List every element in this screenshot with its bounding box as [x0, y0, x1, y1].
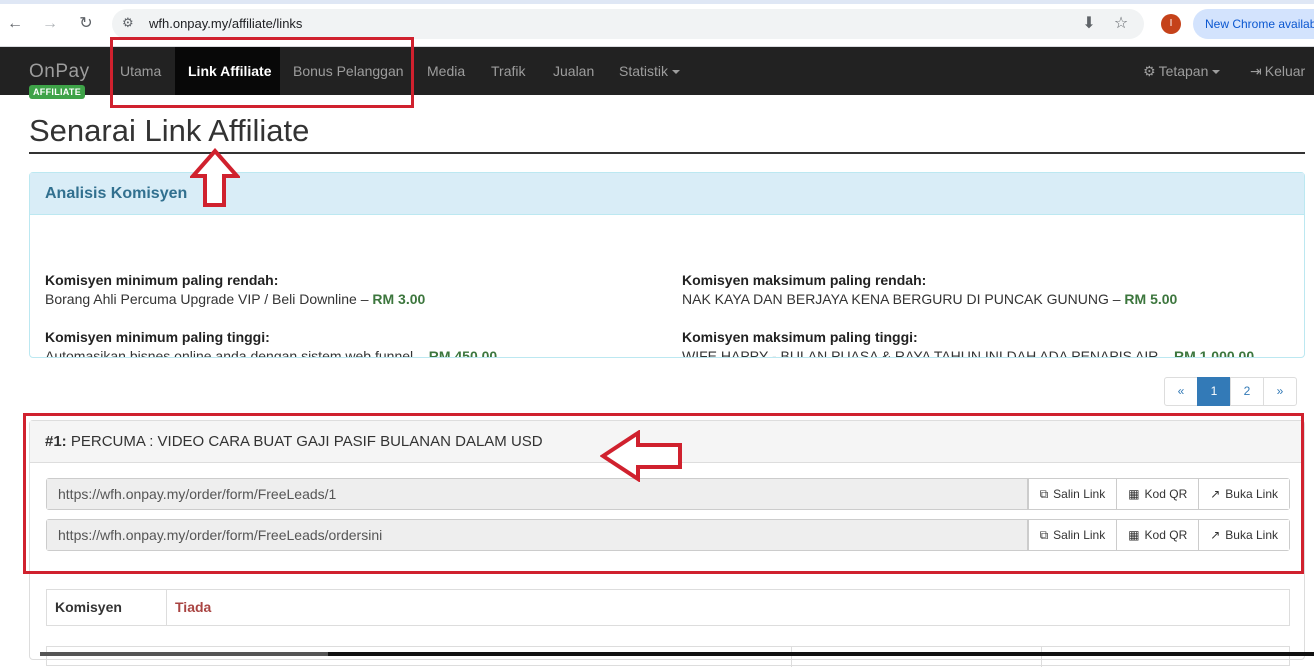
- brand-logo[interactable]: OnPay: [29, 61, 90, 83]
- stat-amount: RM 450.00: [428, 348, 498, 357]
- nav-item-statistik[interactable]: Statistik: [606, 47, 693, 95]
- install-icon[interactable]: ⬇: [1079, 14, 1099, 34]
- scrollbar-thumb[interactable]: [40, 652, 328, 656]
- stat-max-low: Komisyen maksimum paling rendah: NAK KAY…: [682, 271, 1177, 309]
- pagination-next[interactable]: »: [1263, 377, 1297, 406]
- reload-icon[interactable]: ↻: [76, 14, 96, 34]
- pagination: « 1 2 »: [1164, 377, 1297, 406]
- stat-amount: RM 5.00: [1124, 291, 1178, 307]
- forward-icon[interactable]: →: [40, 14, 60, 34]
- annotation-box-nav: [110, 37, 414, 108]
- page-title: Senarai Link Affiliate: [29, 113, 310, 148]
- site-settings-icon[interactable]: ⚙: [122, 15, 134, 31]
- stat-min-low: Komisyen minimum paling rendah: Borang A…: [45, 271, 425, 309]
- star-icon[interactable]: ☆: [1111, 14, 1131, 34]
- logout-icon: ⇥: [1250, 63, 1262, 79]
- pagination-page-1[interactable]: 1: [1197, 377, 1231, 406]
- address-bar[interactable]: ⚙ wfh.onpay.my/affiliate/links: [112, 9, 1144, 39]
- stat-desc: Automasikan bisnes online anda dengan si…: [45, 348, 425, 357]
- stat-desc: Borang Ahli Percuma Upgrade VIP / Beli D…: [45, 291, 369, 307]
- stat-min-high: Komisyen minimum paling tinggi: Automasi…: [45, 328, 497, 357]
- profile-avatar[interactable]: I: [1161, 14, 1181, 34]
- chevron-down-icon: [672, 70, 681, 75]
- tetapan-label: Tetapan: [1158, 63, 1209, 79]
- statistik-label: Statistik: [619, 63, 669, 79]
- arrow-up-icon: [190, 148, 240, 207]
- nav-item-tetapan[interactable]: ⚙ Tetapan: [1130, 47, 1233, 95]
- affiliate-badge: AFFILIATE: [29, 85, 86, 99]
- pagination-prev[interactable]: «: [1164, 377, 1198, 406]
- commission-table: Komisyen Tiada: [46, 589, 1290, 626]
- arrow-left-icon: [600, 430, 682, 482]
- stat-label: Komisyen maksimum paling rendah:: [682, 272, 927, 288]
- stat-desc: NAK KAYA DAN BERJAYA KENA BERGURU DI PUN…: [682, 291, 1121, 307]
- stat-label: Komisyen minimum paling rendah:: [45, 272, 279, 288]
- stat-desc: WIFE HAPPY - BULAN PUASA & RAYA TAHUN IN…: [682, 348, 1171, 357]
- panel-body: Komisyen minimum paling rendah: Borang A…: [30, 215, 1304, 357]
- table-divider: [1041, 647, 1042, 667]
- stat-max-high: Komisyen maksimum paling tinggi: WIFE HA…: [682, 328, 1254, 357]
- pagination-page-2[interactable]: 2: [1230, 377, 1264, 406]
- stat-amount: RM 1,000.00: [1173, 348, 1255, 357]
- chrome-update-button[interactable]: New Chrome available: [1193, 9, 1314, 39]
- table-divider: [791, 647, 792, 667]
- details-table: [46, 646, 1290, 667]
- stat-label: Komisyen maksimum paling tinggi:: [682, 329, 918, 345]
- tab-strip: [0, 0, 1314, 4]
- nav-item-media[interactable]: Media: [414, 47, 478, 95]
- stat-label: Komisyen minimum paling tinggi:: [45, 329, 270, 345]
- url-text[interactable]: wfh.onpay.my/affiliate/links: [149, 16, 302, 31]
- commission-label: Komisyen: [47, 590, 167, 625]
- nav-item-jualan[interactable]: Jualan: [540, 47, 607, 95]
- nav-item-trafik[interactable]: Trafik: [478, 47, 538, 95]
- nav-item-keluar[interactable]: ⇥ Keluar: [1237, 47, 1314, 95]
- keluar-label: Keluar: [1264, 63, 1306, 79]
- horizontal-scrollbar[interactable]: [40, 652, 1314, 656]
- stat-amount: RM 3.00: [372, 291, 426, 307]
- commission-value: Tiada: [175, 599, 212, 615]
- chevron-down-icon: [1212, 70, 1221, 75]
- gears-icon: ⚙: [1143, 63, 1156, 79]
- back-icon[interactable]: ←: [5, 14, 25, 34]
